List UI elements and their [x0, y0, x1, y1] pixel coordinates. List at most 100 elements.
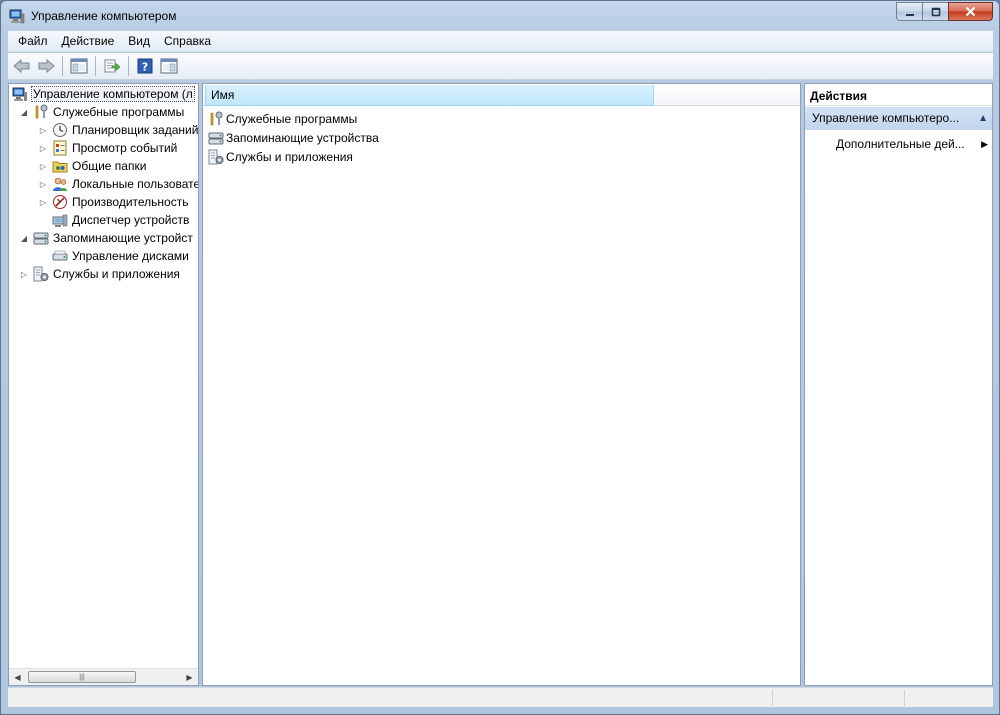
tree-item-performance[interactable]: ▷ Производительность	[38, 193, 189, 211]
menu-help[interactable]: Справка	[157, 34, 218, 48]
close-button[interactable]	[948, 2, 993, 21]
window-title: Управление компьютером	[31, 9, 177, 23]
show-hide-tree-icon	[70, 58, 88, 74]
actions-group-computer-management[interactable]: Управление компьютеро... ▲	[805, 107, 992, 130]
tree-item-device-manager[interactable]: Диспетчер устройств	[52, 211, 190, 229]
list-item[interactable]: Службы и приложения	[208, 148, 353, 166]
forward-button[interactable]	[35, 55, 57, 77]
console-tree-pane[interactable]: Управление компьютером (л ◢ Служебные пр…	[8, 83, 199, 686]
export-list-icon	[104, 59, 121, 73]
status-divider	[904, 690, 905, 706]
storage-icon	[33, 232, 49, 245]
more-actions-item[interactable]: Дополнительные дей... ▶	[836, 134, 988, 154]
export-list-button[interactable]	[101, 55, 123, 77]
tree-item-services-apps[interactable]: ▷ Службы и приложения	[19, 265, 181, 283]
list-item[interactable]: Служебные программы	[208, 110, 357, 128]
expand-triangle-icon[interactable]: ▷	[38, 126, 48, 135]
list-item-label: Служебные программы	[226, 112, 358, 126]
tree-item-computer-management[interactable]: Управление компьютером (л	[12, 85, 195, 103]
disk-management-icon	[52, 250, 68, 261]
tree-item-label: Общие папки	[72, 159, 147, 173]
list-item-label: Запоминающие устройства	[226, 131, 379, 145]
scrollbar-thumb[interactable]: |||	[28, 671, 136, 683]
actions-group-label: Управление компьютеро...	[812, 111, 960, 125]
console-tree: Управление компьютером (л ◢ Служебные пр…	[9, 84, 198, 664]
users-icon	[53, 177, 67, 191]
list-item[interactable]: Запоминающие устройства	[208, 129, 379, 147]
show-hide-action-pane-button[interactable]	[158, 55, 180, 77]
services-icon	[33, 266, 49, 282]
expand-triangle-icon[interactable]: ▷	[38, 198, 48, 207]
forward-arrow-icon	[38, 59, 55, 73]
submenu-arrow-icon: ▶	[981, 139, 988, 149]
minimize-button[interactable]	[896, 2, 922, 21]
tree-item-label: Производительность	[72, 195, 189, 209]
tree-item-label: Локальные пользовате	[72, 177, 198, 191]
tools-icon	[35, 104, 48, 119]
menu-action[interactable]: Действие	[55, 34, 122, 48]
shared-folder-icon	[52, 161, 68, 173]
tree-item-task-scheduler[interactable]: ▷ Планировщик заданий	[38, 121, 198, 139]
collapse-up-icon[interactable]: ▲	[978, 107, 988, 130]
close-icon	[965, 6, 976, 17]
actions-header: Действия	[805, 84, 992, 106]
tree-item-local-users[interactable]: ▷ Локальные пользовате	[38, 175, 198, 193]
tree-item-shared-folders[interactable]: ▷ Общие папки	[38, 157, 147, 175]
tree-item-label: Диспетчер устройств	[72, 213, 190, 227]
tree-item-label: Управление дисками	[72, 249, 189, 263]
device-manager-icon	[52, 214, 68, 227]
scroll-left-arrow-icon[interactable]: ◀	[9, 669, 26, 685]
tree-item-disk-management[interactable]: Управление дисками	[52, 247, 190, 265]
collapse-triangle-icon[interactable]: ◢	[19, 234, 29, 243]
maximize-button[interactable]	[922, 2, 948, 21]
computer-management-icon	[9, 9, 25, 24]
tree-item-label: Запоминающие устройст	[53, 231, 193, 245]
help-icon: ?	[137, 58, 153, 74]
svg-text:?: ?	[142, 61, 148, 74]
show-hide-tree-button[interactable]	[68, 55, 90, 77]
show-hide-action-pane-icon	[160, 58, 178, 74]
back-button[interactable]	[11, 55, 33, 77]
tree-item-event-viewer[interactable]: ▷ Просмотр событий	[38, 139, 178, 157]
results-pane[interactable]: Имя Служебные программы Запоминающие уст…	[202, 83, 801, 686]
expand-triangle-icon[interactable]: ▷	[19, 270, 29, 279]
list-item-label: Службы и приложения	[226, 150, 353, 164]
services-icon	[208, 149, 224, 165]
help-button[interactable]: ?	[134, 55, 156, 77]
menu-bar: Файл Действие Вид Справка	[8, 31, 993, 52]
tree-item-storage[interactable]: ◢ Запоминающие устройст	[19, 229, 194, 247]
toolbar-separator	[95, 56, 96, 76]
clock-icon	[53, 123, 67, 137]
toolbar: ?	[8, 53, 993, 80]
tree-item-system-tools[interactable]: ◢ Служебные программы	[19, 103, 185, 121]
actions-pane: Действия Управление компьютеро... ▲ Допо…	[804, 83, 993, 686]
storage-icon	[208, 132, 224, 145]
status-divider	[772, 690, 773, 706]
menu-file[interactable]: Файл	[11, 34, 55, 48]
expand-triangle-icon[interactable]: ▷	[38, 162, 48, 171]
tree-item-label: Управление компьютером (л	[31, 86, 195, 102]
caption-buttons	[896, 2, 993, 21]
expand-triangle-icon[interactable]: ▷	[38, 180, 48, 189]
column-header-name[interactable]: Имя	[205, 85, 654, 106]
column-header-row: Имя	[203, 84, 800, 106]
toolbar-separator	[62, 56, 63, 76]
menu-view[interactable]: Вид	[121, 34, 157, 48]
status-bar	[8, 687, 993, 707]
performance-icon	[53, 195, 67, 209]
collapse-triangle-icon[interactable]: ◢	[19, 108, 29, 117]
toolbar-separator	[128, 56, 129, 76]
event-viewer-icon	[53, 140, 67, 156]
minimize-icon	[905, 13, 914, 16]
tree-item-label: Служебные программы	[53, 105, 185, 119]
horizontal-scrollbar[interactable]: ◀ ||| ▶	[9, 668, 198, 685]
expand-triangle-icon[interactable]: ▷	[38, 144, 48, 153]
scroll-right-arrow-icon[interactable]: ▶	[181, 669, 198, 685]
computer-management-window: Управление компьютером Файл Действие Вид…	[0, 0, 1000, 715]
tools-icon	[210, 111, 223, 126]
computer-management-icon	[12, 87, 27, 101]
tree-item-label: Планировщик заданий	[72, 123, 198, 137]
title-bar[interactable]: Управление компьютером	[1, 1, 999, 31]
more-actions-label: Дополнительные дей...	[836, 137, 965, 151]
tree-item-label: Службы и приложения	[53, 267, 180, 281]
